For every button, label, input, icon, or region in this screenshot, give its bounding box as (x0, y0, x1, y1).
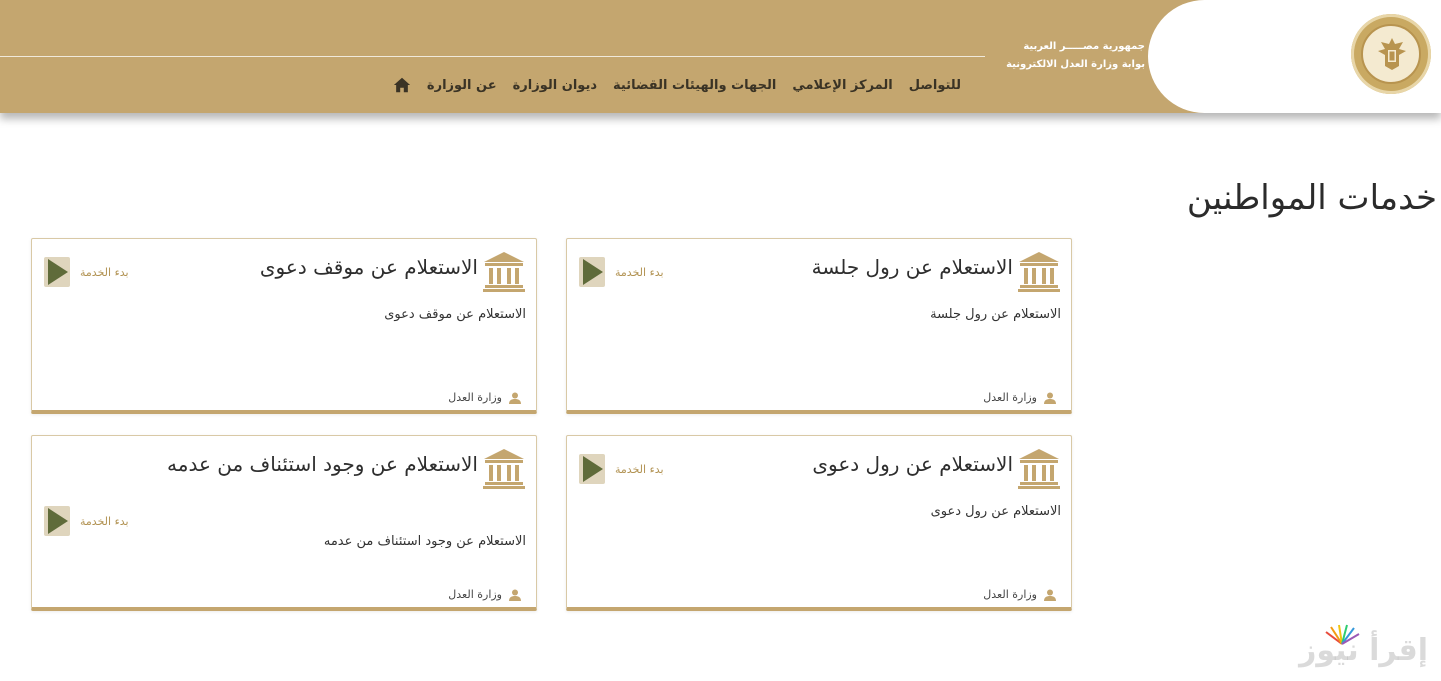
user-icon (509, 589, 521, 601)
service-card: الاستعلام عن موقف دعوى الاستعلام عن موقف… (31, 238, 537, 414)
main-nav: عن الوزارة ديوان الوزارة الجهات والهيئات… (393, 74, 961, 96)
courthouse-icon (483, 252, 525, 292)
service-card: الاستعلام عن رول جلسة الاستعلام عن رول ج… (566, 238, 1072, 414)
play-icon[interactable] (44, 506, 70, 536)
header-divider (0, 56, 985, 57)
start-service-label[interactable]: بدء الخدمة (80, 266, 129, 279)
service-provider: وزارة العدل (983, 391, 1057, 404)
start-service-button[interactable]: بدء الخدمة (579, 454, 664, 484)
ministry-seal-logo[interactable] (1351, 14, 1431, 94)
ministry-country: جمهورية مصـــــر العربية (1023, 41, 1145, 52)
user-icon (1044, 589, 1056, 601)
eagle-emblem-icon (1378, 38, 1406, 70)
user-icon (1044, 392, 1056, 404)
ministry-name: جمهورية مصـــــر العربية بوابة وزارة الع… (945, 38, 1145, 74)
page-title: خدمات المواطنين (1186, 178, 1437, 218)
play-icon[interactable] (44, 257, 70, 287)
start-service-label[interactable]: بدء الخدمة (615, 463, 664, 476)
start-service-button[interactable]: بدء الخدمة (44, 506, 129, 536)
service-title[interactable]: الاستعلام عن رول دعوى (812, 452, 1013, 476)
service-description: الاستعلام عن رول جلسة (930, 307, 1061, 322)
provider-label: وزارة العدل (448, 391, 502, 404)
service-provider: وزارة العدل (448, 588, 522, 601)
service-description: الاستعلام عن موقف دعوى (384, 307, 526, 322)
service-title[interactable]: الاستعلام عن موقف دعوى (260, 255, 478, 279)
nav-item-judicial-bodies[interactable]: الجهات والهيئات القضائية (613, 78, 776, 93)
play-icon[interactable] (579, 454, 605, 484)
service-description: الاستعلام عن رول دعوى (930, 504, 1061, 519)
home-icon[interactable] (393, 76, 411, 94)
provider-label: وزارة العدل (448, 588, 502, 601)
play-icon[interactable] (579, 257, 605, 287)
provider-label: وزارة العدل (983, 391, 1037, 404)
service-description: الاستعلام عن وجود استئناف من عدمه (323, 534, 526, 549)
service-title[interactable]: الاستعلام عن وجود استئناف من عدمه (167, 452, 478, 476)
courthouse-icon (483, 449, 525, 489)
service-card: الاستعلام عن رول دعوى الاستعلام عن رول د… (566, 435, 1072, 611)
start-service-button[interactable]: بدء الخدمة (579, 257, 664, 287)
courthouse-icon (1018, 252, 1060, 292)
start-service-label[interactable]: بدء الخدمة (80, 515, 129, 528)
user-icon (509, 392, 521, 404)
news-watermark: إقرأ نيوز (1299, 622, 1434, 672)
seal-inner (1361, 24, 1421, 84)
service-provider: وزارة العدل (448, 391, 522, 404)
service-card: الاستعلام عن وجود استئناف من عدمه الاستع… (31, 435, 537, 611)
nav-item-contact[interactable]: للتواصل (909, 78, 961, 93)
courthouse-icon (1018, 449, 1060, 489)
start-service-button[interactable]: بدء الخدمة (44, 257, 129, 287)
watermark-text: إقرأ نيوز (1299, 633, 1428, 668)
start-service-label[interactable]: بدء الخدمة (615, 266, 664, 279)
ministry-portal: بوابة وزارة العدل الالكترونية (1006, 59, 1145, 70)
nav-item-media-center[interactable]: المركز الإعلامي (792, 78, 892, 93)
service-title[interactable]: الاستعلام عن رول جلسة (812, 255, 1013, 279)
service-provider: وزارة العدل (983, 588, 1057, 601)
provider-label: وزارة العدل (983, 588, 1037, 601)
nav-item-about[interactable]: عن الوزارة (427, 78, 497, 93)
nav-item-office[interactable]: ديوان الوزارة (513, 78, 597, 93)
site-header: عن الوزارة ديوان الوزارة الجهات والهيئات… (0, 0, 1441, 113)
